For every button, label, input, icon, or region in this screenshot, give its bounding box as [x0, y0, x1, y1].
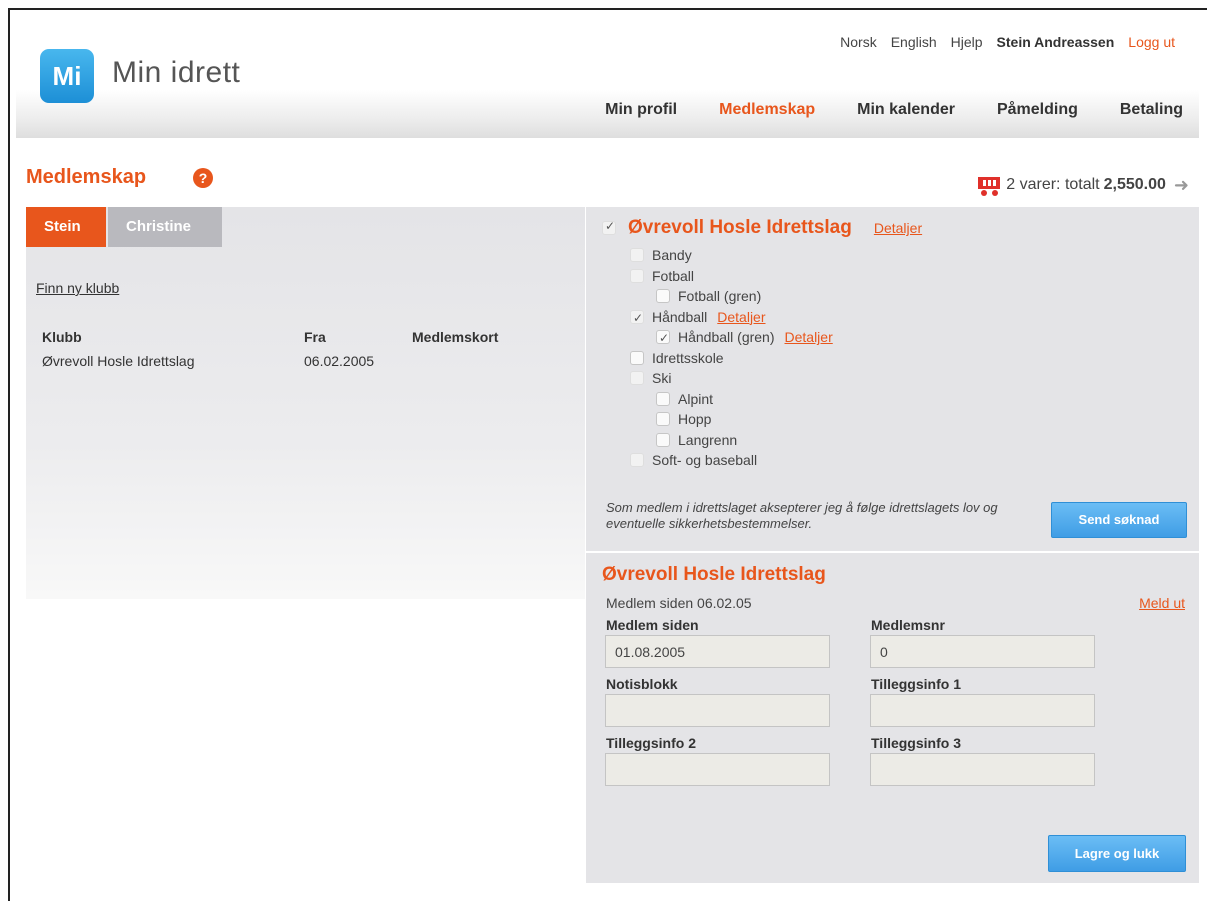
- nav-min-profil[interactable]: Min profil: [605, 101, 677, 119]
- club-details-link[interactable]: Detaljer: [874, 220, 922, 236]
- sport-checkbox[interactable]: [630, 268, 644, 283]
- nav-betaling[interactable]: Betaling: [1120, 101, 1183, 119]
- member-since-text: Medlem siden 06.02.05: [606, 595, 752, 611]
- sport-checkbox[interactable]: [630, 248, 644, 263]
- extra-info-2-label: Tilleggsinfo 2: [606, 735, 696, 751]
- site-header: Mi Min idrett Norsk English Hjelp Stein …: [16, 18, 1199, 138]
- sport-checkbox[interactable]: [656, 289, 670, 304]
- club-checkbox[interactable]: [602, 219, 616, 235]
- page-title: Medlemskap: [26, 166, 147, 188]
- member-since-label: Medlem siden: [606, 617, 699, 633]
- members-panel: Stein Christine Finn ny klubb Klubb Fra …: [26, 207, 585, 599]
- sport-label: Hopp: [678, 411, 712, 427]
- extra-info-3-input[interactable]: [870, 753, 1095, 786]
- sport-details-link[interactable]: Detaljer: [717, 307, 765, 328]
- notes-input[interactable]: [605, 694, 830, 727]
- club-header: Øvrevoll Hosle Idrettslag Detaljer: [602, 217, 922, 239]
- extra-info-2-input[interactable]: [605, 753, 830, 786]
- notes-label: Notisblokk: [606, 676, 678, 692]
- sport-item[interactable]: Langrenn: [630, 430, 833, 451]
- table-row[interactable]: Øvrevoll Hosle Idrettslag 06.02.2005: [42, 349, 572, 373]
- sport-item[interactable]: Bandy: [630, 245, 833, 266]
- sport-checkbox[interactable]: [656, 432, 670, 447]
- sport-details-link[interactable]: Detaljer: [785, 327, 833, 348]
- sport-checkbox[interactable]: [630, 350, 644, 365]
- sport-label: Idrettsskole: [652, 349, 724, 366]
- accept-terms-text: Som medlem i idrettslaget aksepterer jeg…: [606, 500, 998, 531]
- from-date-cell: 06.02.2005: [304, 353, 375, 369]
- extra-info-1-label: Tilleggsinfo 1: [871, 676, 961, 692]
- sport-checkbox[interactable]: [630, 453, 644, 468]
- sport-checkbox[interactable]: [630, 371, 644, 386]
- sport-label: Soft- og baseball: [652, 452, 758, 468]
- sport-checkbox[interactable]: [630, 308, 644, 328]
- table-header: Klubb Fra Medlemskort: [42, 325, 572, 349]
- shopping-cart-icon: [976, 174, 1002, 196]
- user-name-link[interactable]: Stein Andreassen: [997, 34, 1115, 50]
- find-new-club-link[interactable]: Finn ny klubb: [36, 280, 119, 296]
- main-nav: Min profil Medlemskap Min kalender Påmel…: [605, 101, 1183, 119]
- logout-link[interactable]: Logg ut: [1128, 34, 1175, 50]
- sport-item[interactable]: Fotball (gren): [630, 286, 833, 307]
- sport-item[interactable]: Ski: [630, 368, 833, 389]
- sport-item[interactable]: Håndball (gren) Detaljer: [630, 327, 833, 349]
- nav-medlemskap[interactable]: Medlemskap: [719, 101, 815, 119]
- sport-checkbox[interactable]: [656, 412, 670, 427]
- cart-summary[interactable]: 2 varer: totalt 2,550.00 ➜: [976, 174, 1189, 196]
- col-header-medlemskort: Medlemskort: [412, 329, 499, 345]
- nav-pamelding[interactable]: Påmelding: [997, 101, 1078, 119]
- clubs-table: Klubb Fra Medlemskort Øvrevoll Hosle Idr…: [42, 325, 572, 373]
- member-since-input[interactable]: [605, 635, 830, 668]
- sport-label: Håndball (gren): [678, 329, 775, 345]
- member-number-label: Medlemsnr: [871, 617, 945, 633]
- sport-checkbox[interactable]: [656, 391, 670, 406]
- lang-english-link[interactable]: English: [891, 34, 937, 50]
- app-name: Min idrett: [112, 56, 241, 89]
- nav-min-kalender[interactable]: Min kalender: [857, 101, 955, 119]
- club-selection-panel: Øvrevoll Hosle Idrettslag Detaljer Bandy…: [585, 207, 1199, 551]
- save-and-close-button[interactable]: Lagre og lukk: [1048, 835, 1186, 872]
- detail-club-name: Øvrevoll Hosle Idrettslag: [602, 564, 826, 585]
- sport-item[interactable]: Alpint: [630, 389, 833, 410]
- sport-item[interactable]: Hopp: [630, 409, 833, 430]
- arrow-right-icon[interactable]: ➜: [1174, 175, 1189, 196]
- sport-tree: Bandy Fotball Fotball (gren) Håndball Detalj…: [630, 245, 833, 471]
- utility-links: Norsk English Hjelp Stein Andreassen Log…: [840, 34, 1175, 50]
- col-header-klubb: Klubb: [42, 329, 82, 345]
- lang-norsk-link[interactable]: Norsk: [840, 34, 877, 50]
- logo-icon[interactable]: Mi: [40, 49, 94, 103]
- sport-item[interactable]: Fotball: [630, 266, 833, 287]
- club-cell: Øvrevoll Hosle Idrettslag: [42, 353, 195, 369]
- sport-label: Håndball: [652, 308, 708, 325]
- sport-label: Fotball (gren): [678, 288, 762, 304]
- help-link[interactable]: Hjelp: [951, 34, 983, 50]
- sport-checkbox[interactable]: [656, 328, 670, 349]
- question-icon[interactable]: ?: [193, 168, 213, 188]
- leave-club-link[interactable]: Meld ut: [1139, 595, 1185, 611]
- membership-detail-panel: Øvrevoll Hosle Idrettslag Medlem siden 0…: [585, 553, 1199, 883]
- cart-count-text: 2 varer: totalt: [1006, 176, 1100, 193]
- send-application-button[interactable]: Send søknad: [1051, 502, 1187, 538]
- club-name: Øvrevoll Hosle Idrettslag: [628, 217, 852, 238]
- sport-label: Ski: [652, 370, 672, 386]
- tab-stein[interactable]: Stein: [26, 207, 106, 247]
- member-number-input[interactable]: [870, 635, 1095, 668]
- sport-label: Fotball: [652, 267, 695, 284]
- extra-info-1-input[interactable]: [870, 694, 1095, 727]
- sport-item[interactable]: Soft- og baseball: [630, 450, 833, 471]
- sport-item[interactable]: Idrettsskole: [630, 348, 833, 369]
- sport-label: Bandy: [652, 247, 692, 263]
- col-header-fra: Fra: [304, 329, 326, 345]
- tab-christine[interactable]: Christine: [108, 207, 222, 247]
- cart-total: 2,550.00: [1103, 176, 1166, 193]
- sport-label: Alpint: [678, 390, 714, 407]
- sport-label: Langrenn: [678, 431, 738, 448]
- sport-item[interactable]: Håndball Detaljer: [630, 307, 833, 328]
- extra-info-3-label: Tilleggsinfo 3: [871, 735, 961, 751]
